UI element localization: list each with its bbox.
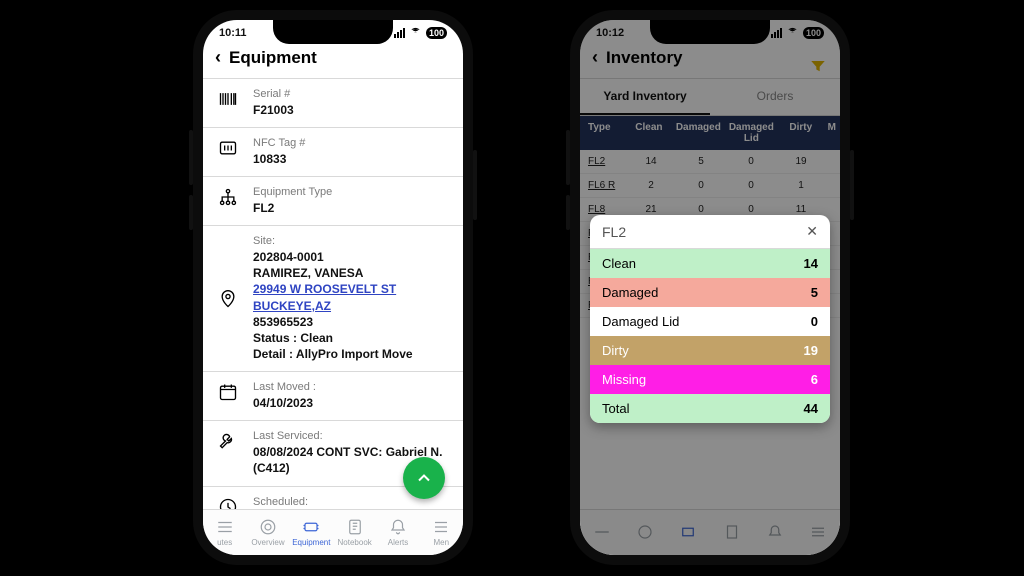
serviced-label: Last Serviced: [253, 429, 449, 444]
moved-value: 04/10/2023 [253, 395, 449, 411]
phone-inventory: 10:12 100 ‹ Inventory Yard Inventory Ord… [570, 10, 850, 565]
tab-notebook[interactable]: Notebook [333, 510, 376, 555]
tab-alerts[interactable]: Alerts [376, 510, 419, 555]
tab-menu-label: Men [434, 538, 450, 547]
site-addr1-link[interactable]: 29949 W ROOSEVELT ST [253, 282, 396, 296]
row-site: Site: 202804-0001 RAMIREZ, VANESA 29949 … [203, 226, 463, 372]
modal-row-total: Total44 [590, 394, 830, 423]
tab-overview[interactable]: Overview [246, 510, 289, 555]
type-label: Equipment Type [253, 185, 449, 200]
modal-title: FL2 [602, 224, 626, 240]
row-nfc: NFC Tag # 10833 [203, 128, 463, 177]
nfc-label: NFC Tag # [253, 136, 449, 151]
calendar-icon [217, 380, 239, 411]
site-phone: 853965523 [253, 314, 449, 330]
sitemap-icon [217, 185, 239, 216]
site-id: 202804-0001 [253, 249, 449, 265]
tab-routes-label: utes [217, 538, 232, 547]
bottom-tabs: utes Overview Equipment Notebook Alerts … [203, 509, 463, 555]
row-serial: Serial # F21003 [203, 79, 463, 128]
site-status: Status : Clean [253, 330, 449, 346]
site-label: Site: [253, 234, 449, 249]
battery-badge: 100 [426, 27, 447, 39]
site-addr2-link[interactable]: BUCKEYE,AZ [253, 299, 331, 313]
tab-routes[interactable]: utes [203, 510, 246, 555]
site-name: RAMIREZ, VANESA [253, 265, 449, 281]
tab-equipment[interactable]: Equipment [290, 510, 333, 555]
serial-label: Serial # [253, 87, 449, 102]
barcode-icon [217, 87, 239, 118]
inventory-modal: FL2 ✕ Clean14 Damaged5 Damaged Lid0 Dirt… [590, 215, 830, 423]
modal-row-missing: Missing6 [590, 365, 830, 394]
nfc-value: 10833 [253, 151, 449, 167]
tab-notebook-label: Notebook [338, 538, 372, 547]
phone-equipment: 10:11 100 ‹ Equipment Serial # F21003 [193, 10, 473, 565]
equipment-detail-list: Serial # F21003 NFC Tag # 10833 Equi [203, 79, 463, 522]
tab-menu[interactable]: Men [420, 510, 463, 555]
nfc-icon [217, 136, 239, 167]
moved-label: Last Moved : [253, 380, 449, 395]
tab-equipment-label: Equipment [292, 538, 330, 547]
page-title: Equipment [229, 48, 317, 68]
back-icon[interactable]: ‹ [215, 47, 221, 68]
close-icon[interactable]: ✕ [806, 223, 818, 240]
signal-icon [394, 28, 405, 38]
tab-overview-label: Overview [251, 538, 284, 547]
modal-row-dirty: Dirty19 [590, 336, 830, 365]
scroll-up-fab[interactable] [403, 457, 445, 499]
site-detail: Detail : AllyPro Import Move [253, 346, 449, 362]
row-moved: Last Moved : 04/10/2023 [203, 372, 463, 421]
wifi-icon [409, 26, 422, 39]
row-type: Equipment Type FL2 [203, 177, 463, 226]
nav-header: ‹ Equipment [203, 41, 463, 79]
modal-row-damaged: Damaged5 [590, 278, 830, 307]
modal-row-dlid: Damaged Lid0 [590, 307, 830, 336]
serial-value: F21003 [253, 102, 449, 118]
wrench-icon [217, 429, 239, 476]
tab-alerts-label: Alerts [388, 538, 408, 547]
status-time: 10:11 [219, 27, 247, 39]
modal-row-clean: Clean14 [590, 249, 830, 278]
type-value: FL2 [253, 200, 449, 216]
location-icon [217, 234, 239, 362]
